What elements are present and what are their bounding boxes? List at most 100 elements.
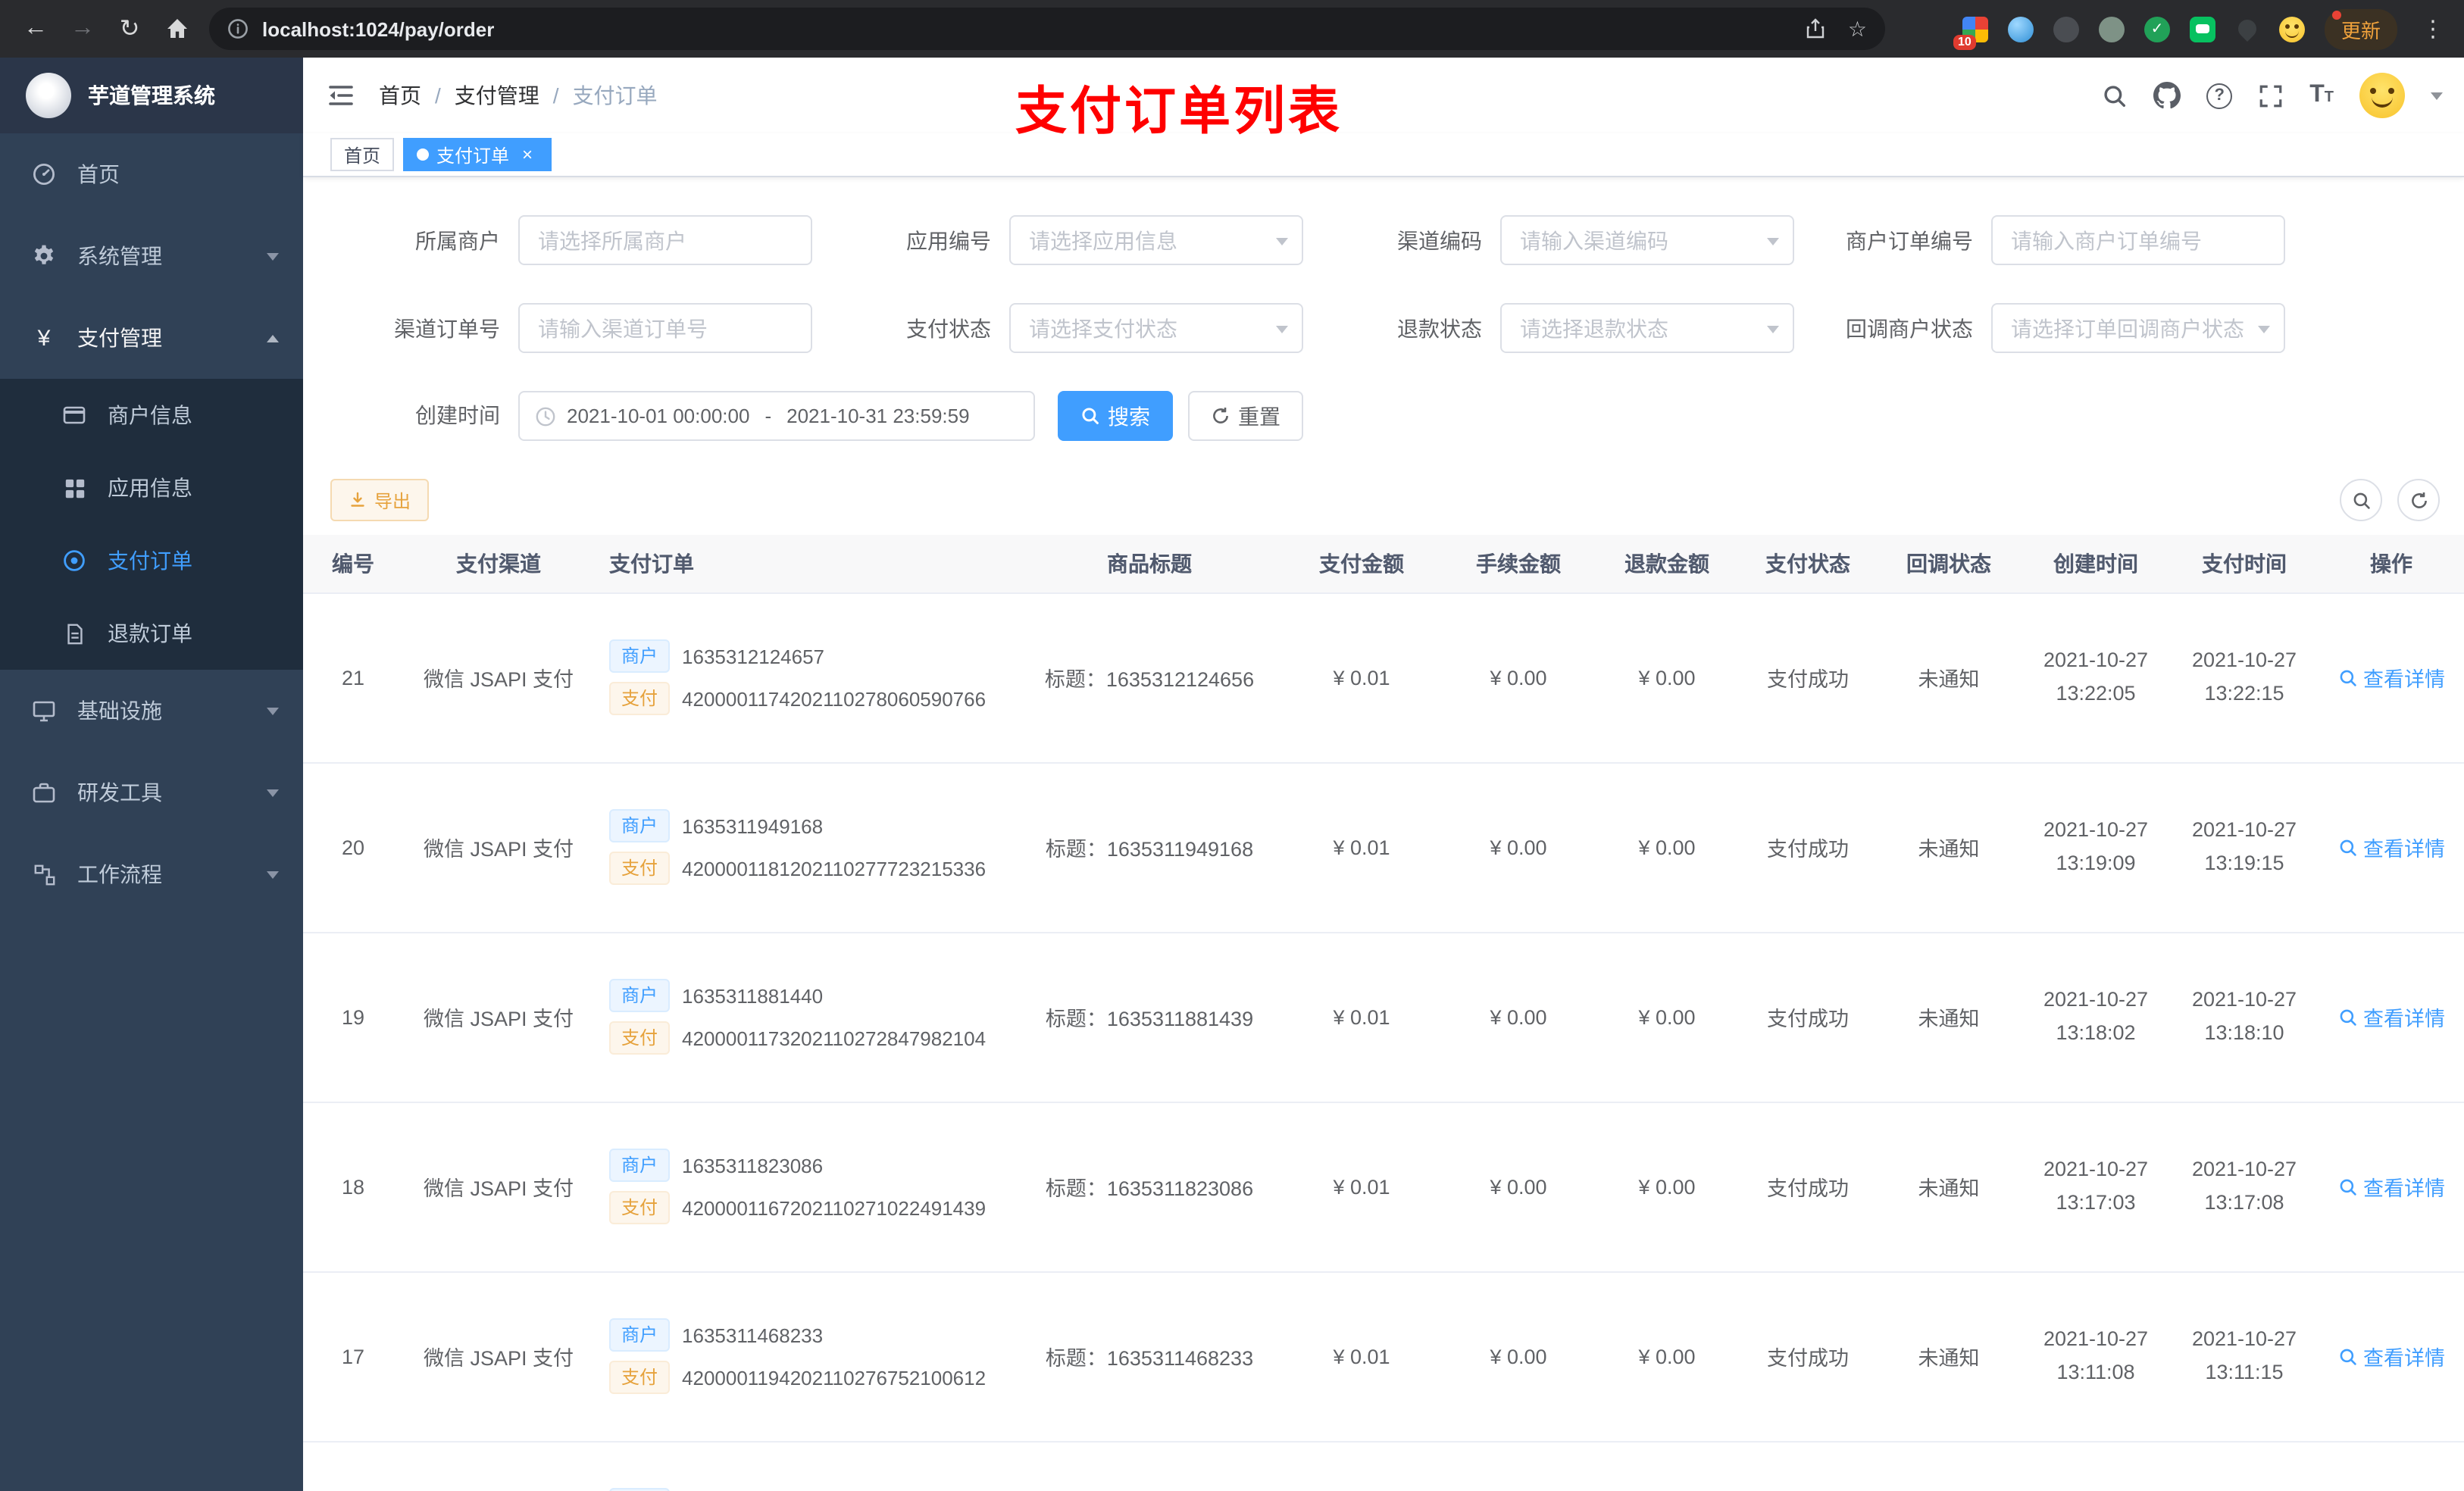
cell-channel	[403, 1441, 594, 1491]
extension-check-icon[interactable]: ✓	[2143, 16, 2170, 42]
download-icon	[351, 492, 364, 507]
cell-amount	[1280, 1441, 1443, 1491]
sidebar-item-label: 研发工具	[77, 780, 162, 805]
view-detail-link[interactable]: 查看详情	[2337, 1341, 2445, 1371]
chevron-down-icon	[1276, 326, 1288, 333]
font-size-icon[interactable]: TT	[2309, 83, 2334, 108]
sidebar-item-infra[interactable]: 基础设施	[0, 670, 303, 752]
user-menu-caret-icon[interactable]	[2431, 92, 2443, 99]
notify-status-select[interactable]: 请选择订单回调商户状态	[1991, 303, 2285, 353]
fullscreen-icon[interactable]	[2258, 83, 2284, 108]
breadcrumb-payment[interactable]: 支付管理	[455, 80, 539, 111]
cell-id	[303, 1441, 403, 1491]
view-detail-link[interactable]: 查看详情	[2337, 832, 2445, 862]
export-button[interactable]: 导出	[330, 479, 430, 521]
address-bar[interactable]: localhost:1024/pay/order ☆	[209, 8, 1885, 50]
channel-order-no-input[interactable]	[518, 303, 812, 353]
merchant-order-no: 1635311468233	[682, 1324, 824, 1346]
search-icon[interactable]	[2102, 83, 2128, 108]
pay-tag: 支付	[609, 682, 671, 715]
bookmark-star-icon[interactable]: ☆	[1848, 16, 1867, 42]
pay-order-no: 4200001181202110277723215336	[682, 857, 987, 880]
github-icon[interactable]	[2153, 82, 2181, 109]
field-label: 退款状态	[1397, 316, 1482, 340]
pay-order-no: 4200001194202110276752100612	[682, 1366, 987, 1389]
sidebar-item-app-info[interactable]: 应用信息	[0, 452, 303, 524]
browser-update-button[interactable]: 更新	[2324, 8, 2397, 49]
home-icon[interactable]	[156, 8, 197, 49]
sidebar-item-home[interactable]: 首页	[0, 133, 303, 215]
sidebar-item-pay-orders[interactable]: 支付订单	[0, 524, 303, 597]
breadcrumb-home[interactable]: 首页	[379, 80, 421, 111]
cell-order: 商户 1635311949168 支付 42000011812021102777…	[594, 762, 1018, 933]
sidebar-item-dev-tools[interactable]: 研发工具	[0, 752, 303, 833]
table-row: 18 微信 JSAPI 支付 商户 1635311823086 支付 42000…	[303, 1102, 2464, 1272]
cell-pay-time: 2021-10-27 13:11:15	[2170, 1271, 2319, 1442]
refresh-table-button[interactable]	[2397, 479, 2440, 521]
toggle-search-button[interactable]	[2340, 479, 2382, 521]
pay-tag: 支付	[609, 1191, 671, 1224]
pay-order-line: 支付 4200001181202110277723215336	[609, 852, 1018, 885]
sidebar-item-workflow[interactable]: 工作流程	[0, 833, 303, 915]
merchant-input[interactable]	[518, 215, 812, 265]
tab-pay-orders[interactable]: 支付订单 ×	[403, 138, 552, 171]
merchant-order-no-input[interactable]	[1991, 215, 2285, 265]
tab-close-icon[interactable]: ×	[517, 144, 538, 165]
refund-status-select[interactable]: 请选择退款状态	[1500, 303, 1794, 353]
refresh-icon	[1213, 407, 1228, 424]
extension-gray-icon[interactable]	[2098, 16, 2125, 42]
reload-icon[interactable]: ↻	[109, 8, 150, 49]
extensions-icon[interactable]: 10	[1953, 16, 1988, 49]
browser-nav-buttons: ← → ↻	[15, 8, 197, 49]
pay-time: 13:17:08	[2204, 1191, 2284, 1214]
reset-button[interactable]: 重置	[1188, 391, 1303, 441]
channel-code-select[interactable]: 请输入渠道编码	[1500, 215, 1794, 265]
forward-icon[interactable]: →	[62, 8, 103, 49]
search-button[interactable]: 搜索	[1058, 391, 1173, 441]
browser-menu-icon[interactable]: ⋮	[2417, 15, 2449, 42]
dashboard-icon	[30, 162, 58, 186]
cell-channel: 微信 JSAPI 支付	[403, 762, 594, 933]
extension-dark-icon[interactable]	[2053, 16, 2079, 42]
breadcrumb: 首页 / 支付管理 / 支付订单	[379, 80, 658, 111]
chevron-down-icon	[267, 871, 279, 878]
date-range-picker[interactable]: 2021-10-01 00:00:00 - 2021-10-31 23:59:5…	[518, 391, 1035, 441]
view-detail-link[interactable]: 查看详情	[2337, 662, 2445, 692]
sidebar-fold-icon[interactable]	[326, 80, 356, 111]
payment-submenu: 商户信息 应用信息 支付订单 退款订单	[0, 379, 303, 670]
merchant-order-no: 1635312124657	[682, 645, 825, 667]
date-start: 2021-10-01 00:00:00	[567, 405, 750, 427]
sidebar-item-label: 支付订单	[108, 549, 192, 573]
extension-chat-icon[interactable]	[2189, 16, 2215, 42]
cell-status: 支付成功	[1740, 1271, 1876, 1442]
sidebar-item-system[interactable]: 系统管理	[0, 215, 303, 297]
tab-home[interactable]: 首页	[330, 138, 395, 171]
sidebar-item-merchant-info[interactable]: 商户信息	[0, 379, 303, 452]
extension-pin-icon[interactable]	[2234, 16, 2260, 42]
merchant-tag: 商户	[609, 1149, 671, 1182]
pay-status-select[interactable]: 请选择支付状态	[1009, 303, 1303, 353]
back-icon[interactable]: ←	[15, 8, 56, 49]
sidebar-item-payment[interactable]: ¥ 支付管理	[0, 297, 303, 379]
app-select[interactable]: 请选择应用信息	[1009, 215, 1303, 265]
profile-avatar-icon[interactable]	[2278, 16, 2305, 42]
help-icon[interactable]: ?	[2206, 83, 2233, 108]
top-navbar: 首页 / 支付管理 / 支付订单 支付订单列表 ? T T	[303, 58, 2464, 141]
sidebar-item-label: 首页	[77, 162, 120, 186]
app-logo[interactable]: 芋道管理系统	[0, 58, 303, 133]
cell-channel: 微信 JSAPI 支付	[403, 1102, 594, 1272]
cell-notify: 未通知	[1876, 762, 2022, 933]
table-toolbar: 导出	[303, 479, 2464, 521]
cell-refund: ¥ 0.00	[1594, 762, 1740, 933]
view-detail-link[interactable]: 查看详情	[2337, 1002, 2445, 1032]
merchant-tag: 商户	[609, 639, 671, 673]
share-icon[interactable]	[1806, 18, 1827, 39]
view-detail-link[interactable]: 查看详情	[2337, 1171, 2445, 1202]
sidebar-item-refund-orders[interactable]: 退款订单	[0, 597, 303, 670]
extension-drop-icon[interactable]	[2007, 16, 2034, 42]
table-row: 21 微信 JSAPI 支付 商户 1635312124657 支付 42000…	[303, 592, 2464, 763]
sidebar: 芋道管理系统 首页 系统管理 ¥ 支付管理 商户信息 应用信息 支付订单 退款订…	[0, 58, 303, 1491]
cell-title: 标题：1635311949168	[1018, 762, 1280, 933]
site-info-icon[interactable]	[227, 18, 249, 39]
user-avatar[interactable]	[2359, 73, 2405, 118]
